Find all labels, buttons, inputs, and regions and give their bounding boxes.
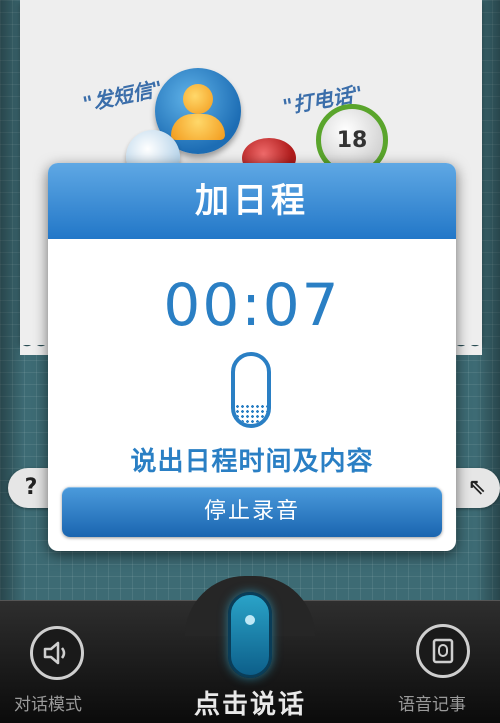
sms-bubble-text: "发短信" bbox=[80, 75, 165, 117]
expand-icon[interactable]: ⇖ bbox=[454, 468, 500, 508]
talk-button-dot bbox=[245, 615, 255, 625]
microphone-icon bbox=[231, 352, 271, 428]
recording-timer: 00:07 bbox=[163, 271, 341, 339]
dialog-mode-button[interactable] bbox=[30, 626, 84, 680]
add-schedule-dialog: 加日程 00:07 说出日程时间及内容 停止录音 bbox=[48, 163, 456, 551]
voice-memo-icon bbox=[432, 638, 454, 664]
contact-head bbox=[183, 84, 213, 114]
voice-memo-label: 语音记事 bbox=[398, 695, 466, 715]
speak-prompt: 说出日程时间及内容 bbox=[130, 447, 374, 477]
talk-button[interactable] bbox=[228, 592, 272, 678]
mic-level-indicator bbox=[235, 403, 267, 424]
contact-body bbox=[171, 114, 225, 140]
stop-recording-button[interactable]: 停止录音 bbox=[62, 487, 442, 537]
dialog-title: 加日程 bbox=[48, 163, 456, 239]
speaker-icon bbox=[43, 641, 66, 665]
voice-memo-button[interactable] bbox=[416, 624, 470, 678]
